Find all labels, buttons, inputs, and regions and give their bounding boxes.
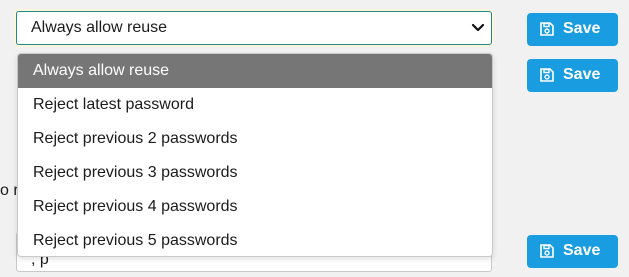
floppy-disk-icon (540, 22, 554, 36)
save-button-label: Save (563, 20, 601, 37)
option-always-allow-reuse[interactable]: Always allow reuse (18, 54, 492, 88)
option-reject-previous-4-passwords[interactable]: Reject previous 4 passwords (18, 190, 492, 224)
floppy-disk-icon (540, 68, 554, 82)
chevron-down-icon (471, 23, 485, 32)
partial-label: o r (0, 182, 19, 199)
floppy-disk-icon (540, 244, 554, 258)
save-button-label: Save (563, 66, 601, 83)
password-reuse-select-value: Always allow reuse (31, 19, 168, 36)
option-reject-latest-password[interactable]: Reject latest password (18, 88, 492, 122)
save-button[interactable]: Save (527, 13, 618, 46)
password-reuse-select[interactable]: Always allow reuse (16, 11, 492, 45)
save-button-label: Save (563, 242, 601, 259)
option-reject-previous-3-passwords[interactable]: Reject previous 3 passwords (18, 156, 492, 190)
save-button[interactable]: Save (527, 235, 618, 268)
option-reject-previous-2-passwords[interactable]: Reject previous 2 passwords (18, 122, 492, 156)
option-reject-previous-5-passwords[interactable]: Reject previous 5 passwords (18, 224, 492, 256)
password-reuse-dropdown: Always allow reuse Reject latest passwor… (17, 53, 493, 257)
save-button[interactable]: Save (527, 59, 618, 92)
